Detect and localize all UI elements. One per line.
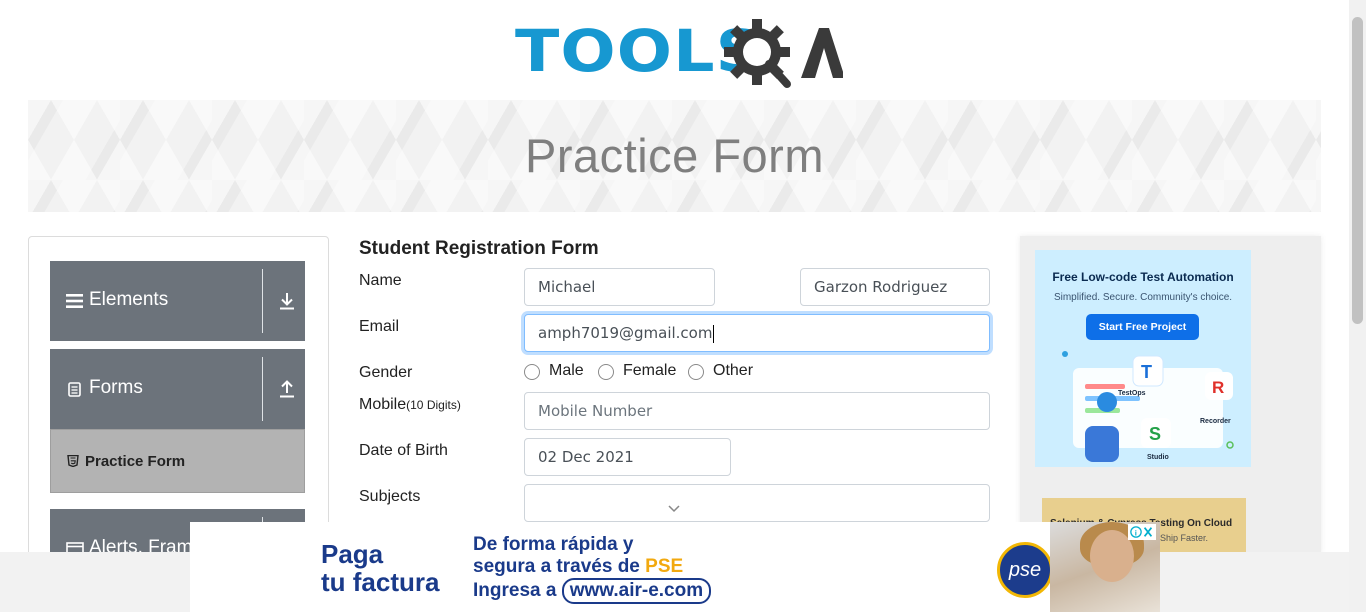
name-label: Name — [359, 272, 402, 289]
ad-body: De forma rápida y segura a través de PSE… — [473, 534, 712, 604]
ad2-subtitle: Ship Faster. — [1160, 533, 1209, 543]
ad-url-link[interactable]: www.air-e.com — [561, 578, 712, 604]
ad-body-line2: segura a través de PSE — [473, 556, 711, 578]
last-name-input[interactable]: Garzon Rodriguez — [800, 268, 990, 306]
ad-body-pse: PSE — [645, 556, 684, 577]
date-of-birth-input[interactable]: 02 Dec 2021 — [524, 438, 731, 476]
ad-body-line2-text: segura a través de — [473, 556, 646, 577]
email-input[interactable]: amph7019@gmail.com — [524, 314, 990, 352]
hamburger-icon — [66, 294, 83, 308]
gender-label: Gender — [359, 364, 413, 381]
mobile-number-input[interactable]: Mobile Number — [524, 392, 990, 430]
subjects-label: Subjects — [359, 488, 421, 505]
sidebar-group-label: Forms — [89, 377, 143, 398]
gear-magnifier-icon — [724, 19, 843, 88]
form-title: Student Registration Form — [359, 238, 599, 259]
svg-text:R: R — [1212, 378, 1224, 397]
radio-label[interactable]: Male — [549, 362, 584, 380]
toolsqa-logo[interactable]: TOOLS — [515, 16, 843, 92]
svg-text:S: S — [1149, 424, 1161, 444]
page-banner: Practice Form — [28, 100, 1321, 212]
radio-circle[interactable] — [688, 364, 704, 380]
ad-body-line3: Ingresa a www.air-e.com — [473, 578, 712, 604]
start-free-project-button[interactable]: Start Free Project — [1086, 314, 1199, 340]
document-icon — [68, 382, 81, 397]
ad-headline: Paga tu factura — [321, 540, 439, 596]
subjects-input[interactable] — [524, 484, 990, 522]
ad-body-line3-text: Ingresa a — [473, 580, 562, 601]
ad-body-line1: De forma rápida y — [473, 534, 634, 555]
radio-circle[interactable] — [598, 364, 614, 380]
pse-logo: pse — [997, 542, 1053, 598]
email-value: amph7019@gmail.com — [538, 324, 713, 342]
divider — [262, 357, 263, 421]
ad-illustration: T R S — [1062, 351, 1234, 462]
sidebar-item-label: Practice Form — [85, 453, 186, 470]
divider — [262, 269, 263, 333]
sidebar-group-forms[interactable]: Forms — [50, 349, 305, 429]
ad-choices-icon[interactable]: i — [1128, 524, 1156, 540]
text-caret — [713, 324, 715, 343]
mobile-hint: (10 Digits) — [406, 398, 461, 412]
radio-label[interactable]: Other — [713, 362, 753, 380]
email-label: Email — [359, 318, 400, 335]
scrollbar-thumb[interactable] — [1352, 17, 1363, 324]
ad-label-recorder: Recorder — [1200, 418, 1231, 425]
svg-text:i: i — [1135, 528, 1137, 537]
ad-headline-line2: tu factura — [321, 567, 440, 597]
ad-subtitle: Simplified. Secure. Community's choice. — [1053, 292, 1233, 303]
sidebar-item-practice-form[interactable]: Practice Form — [50, 429, 305, 493]
svg-text:T: T — [1141, 362, 1152, 382]
bottom-advertisement[interactable]: Paga tu factura De forma rápida y segura… — [190, 522, 1160, 612]
first-name-input[interactable]: Michael — [524, 268, 715, 306]
mobile-label-text: Mobile — [359, 396, 407, 413]
mobile-label: Mobile(10 Digits) — [359, 396, 461, 414]
sidebar-group-elements[interactable]: Elements — [50, 261, 305, 341]
ad-card-katalon[interactable]: Free Low-code Test Automation Simplified… — [1035, 250, 1251, 467]
ad-title: Free Low-code Test Automation — [1052, 270, 1234, 284]
vertical-scrollbar[interactable] — [1349, 0, 1366, 612]
download-arrow-icon[interactable] — [278, 291, 296, 311]
ad-label-testops: TestOps — [1118, 390, 1146, 397]
dob-label: Date of Birth — [359, 442, 448, 459]
ad-label-studio: Studio — [1147, 454, 1169, 461]
upload-arrow-icon[interactable] — [278, 379, 296, 399]
html5-icon — [67, 455, 79, 467]
right-advertisement[interactable]: Free Low-code Test Automation Simplified… — [1020, 236, 1321, 556]
radio-label[interactable]: Female — [623, 362, 676, 380]
page-title: Practice Form — [525, 129, 824, 182]
chevron-down-icon[interactable] — [668, 505, 680, 513]
sidebar-group-label: Elements — [89, 289, 169, 310]
ad-headline-line1: Paga — [321, 539, 384, 569]
radio-circle[interactable] — [524, 364, 540, 380]
page: TOOLS Practice Form Elements Forms Pract… — [0, 0, 1366, 612]
